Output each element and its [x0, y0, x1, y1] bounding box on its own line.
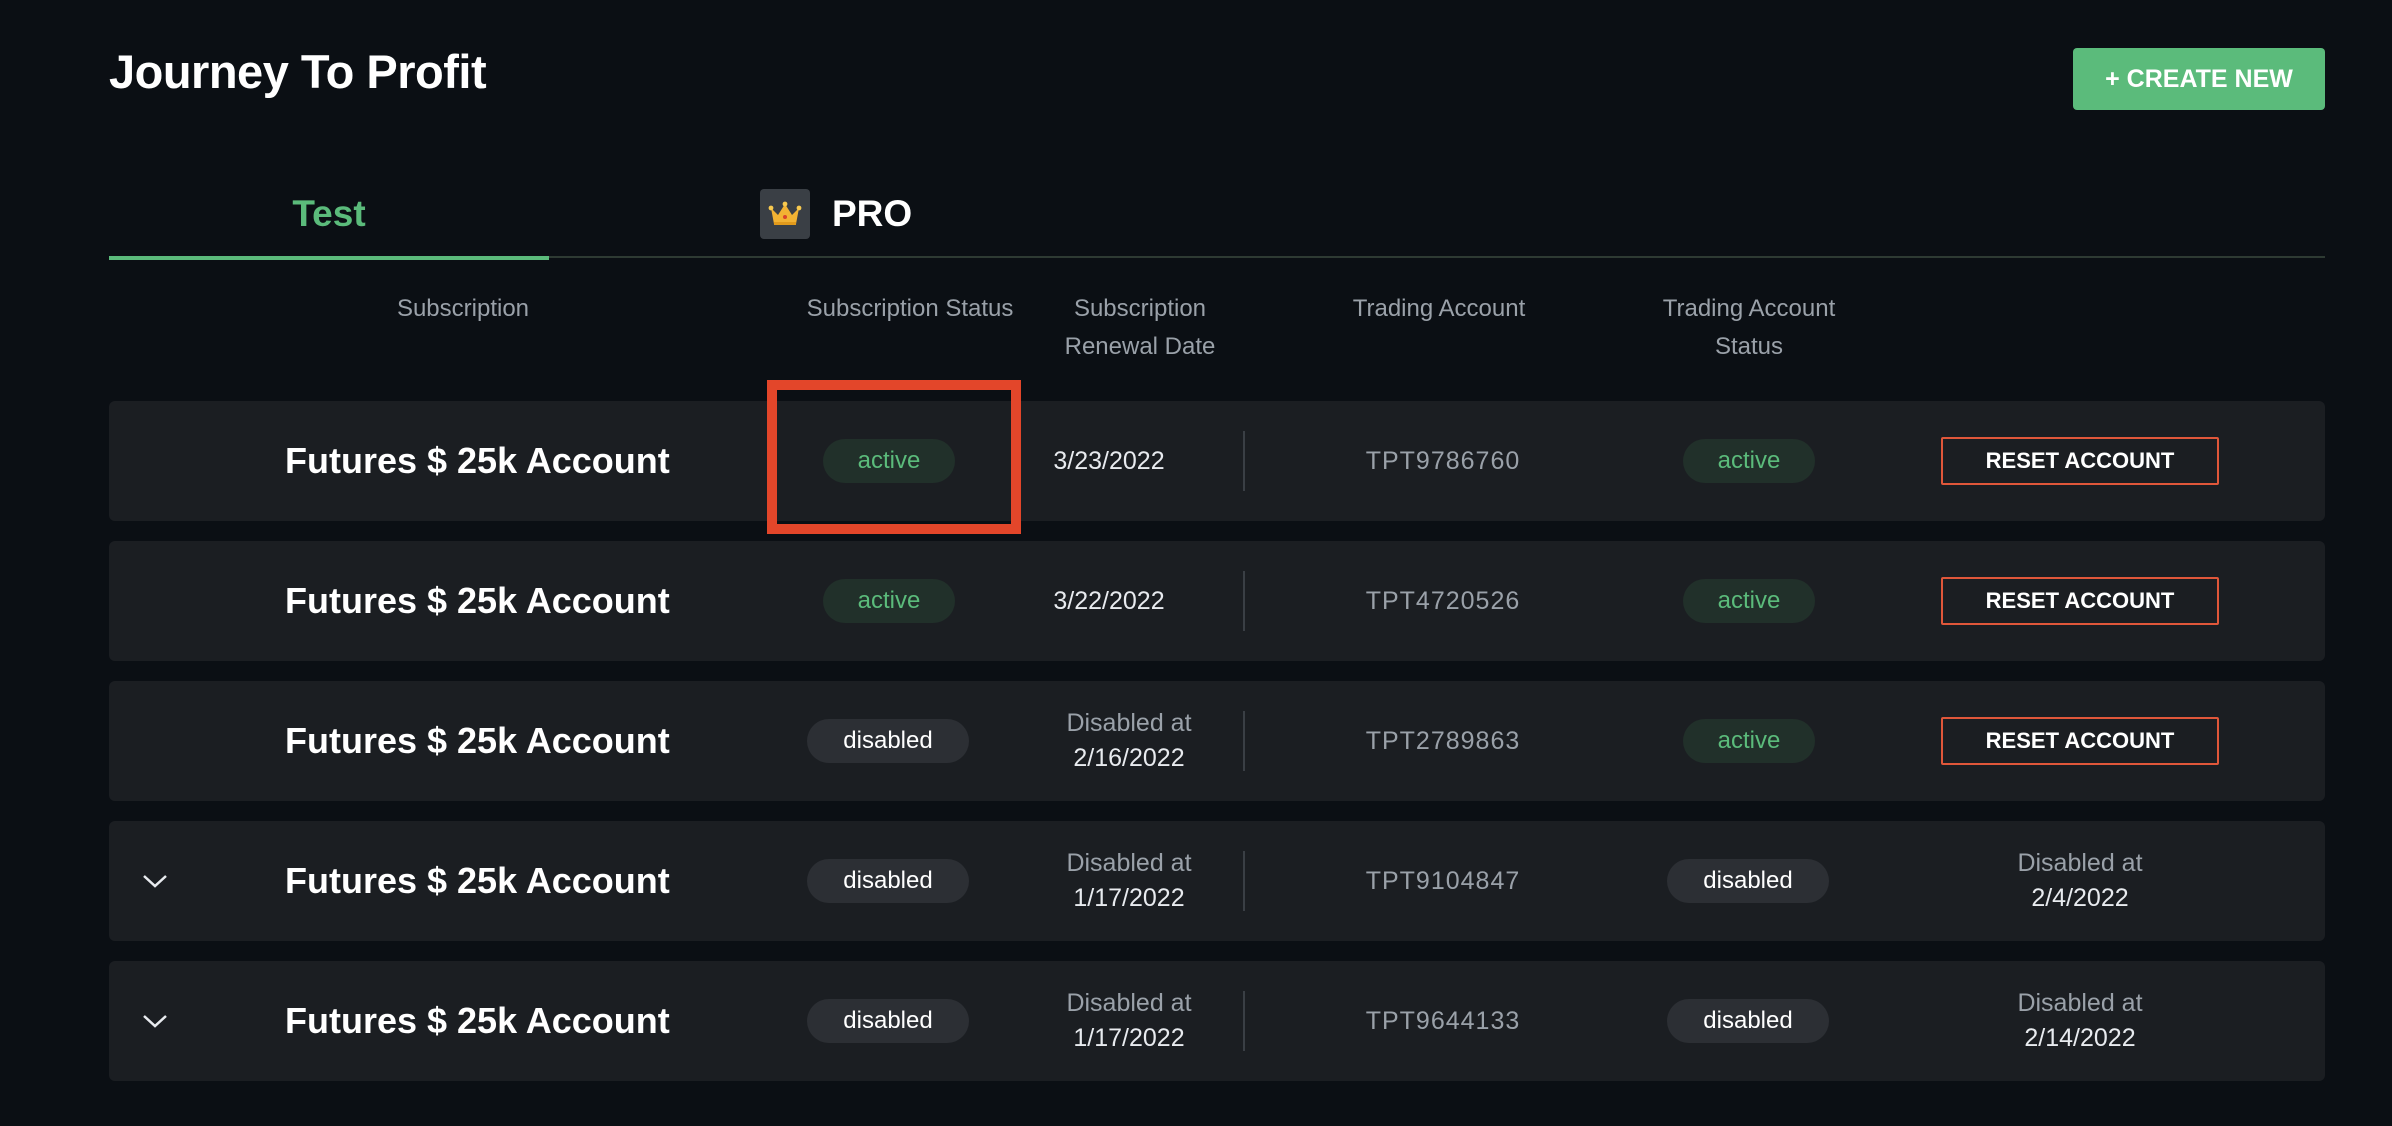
trading-account-status-badge: active: [1683, 719, 1815, 763]
trading-account-status-badge: disabled: [1667, 859, 1829, 903]
status-badge: active: [823, 579, 955, 623]
page-title: Journey To Profit: [109, 45, 487, 98]
create-new-button[interactable]: + CREATE NEW: [2073, 48, 2325, 110]
tab-pro-label: PRO: [832, 193, 913, 234]
subscription-name: Futures $ 25k Account: [285, 720, 670, 761]
trading-account-id: TPT9104847: [1365, 867, 1521, 895]
trading-account-status-badge: disabled: [1667, 999, 1829, 1043]
chevron-down-icon[interactable]: [135, 861, 175, 901]
col-header-trading-account: Trading Account: [1352, 295, 1526, 322]
table-row: Futures $ 25k Account disabled Disabled …: [109, 681, 2325, 801]
status-badge: disabled: [807, 719, 969, 763]
table-row: Futures $ 25k Account active 3/22/2022 T…: [109, 541, 2325, 661]
table-row: Futures $ 25k Account disabled Disabled …: [109, 961, 2325, 1081]
subscription-name: Futures $ 25k Account: [285, 440, 670, 481]
subscription-name: Futures $ 25k Account: [285, 860, 670, 901]
page: Journey To Profit + CREATE NEW Test PRO …: [0, 0, 2392, 1126]
reset-account-button[interactable]: RESET ACCOUNT: [1941, 437, 2219, 485]
crown-icon: [760, 189, 810, 239]
tab-pro[interactable]: PRO: [760, 170, 960, 258]
disabled-date: Disabled at 1/17/2022: [1066, 989, 1192, 1052]
renewal-date: 3/23/2022: [1053, 446, 1165, 475]
account-disabled-date: Disabled at 2/4/2022: [2017, 849, 2143, 912]
renewal-date: 3/22/2022: [1053, 586, 1165, 615]
divider: [1243, 851, 1245, 911]
reset-account-button[interactable]: RESET ACCOUNT: [1941, 717, 2219, 765]
status-badge: disabled: [807, 859, 969, 903]
col-header-renewal-date: Subscription Renewal Date: [1064, 295, 1216, 360]
reset-account-button[interactable]: RESET ACCOUNT: [1941, 577, 2219, 625]
account-disabled-date: Disabled at 2/14/2022: [2017, 989, 2143, 1052]
divider: [1243, 571, 1245, 631]
status-badge: disabled: [807, 999, 969, 1043]
trading-account-id: TPT9786760: [1365, 447, 1521, 475]
trading-account-id: TPT2789863: [1365, 727, 1521, 755]
chevron-down-icon[interactable]: [135, 1001, 175, 1041]
trading-account-status-badge: active: [1683, 579, 1815, 623]
subscription-name: Futures $ 25k Account: [285, 1000, 670, 1041]
trading-account-id: TPT4720526: [1365, 587, 1521, 615]
status-badge: active: [823, 439, 955, 483]
divider: [1243, 991, 1245, 1051]
divider: [1243, 431, 1245, 491]
table-row: Futures $ 25k Account active 3/23/2022 T…: [109, 401, 2325, 521]
subscription-name: Futures $ 25k Account: [285, 580, 670, 621]
trading-account-id: TPT9644133: [1365, 1007, 1521, 1035]
trading-account-status-badge: active: [1683, 439, 1815, 483]
table-row: Futures $ 25k Account disabled Disabled …: [109, 821, 2325, 941]
col-header-subscription: Subscription: [396, 295, 530, 322]
disabled-date: Disabled at 1/17/2022: [1066, 849, 1192, 912]
disabled-date: Disabled at 2/16/2022: [1066, 709, 1192, 772]
col-header-trading-account-status: Trading Account Status: [1662, 295, 1836, 360]
divider: [1243, 711, 1245, 771]
tab-test[interactable]: Test: [109, 170, 549, 260]
tab-bar: Test PRO: [109, 170, 2325, 260]
col-header-subscription-status: Subscription Status: [806, 295, 1014, 322]
